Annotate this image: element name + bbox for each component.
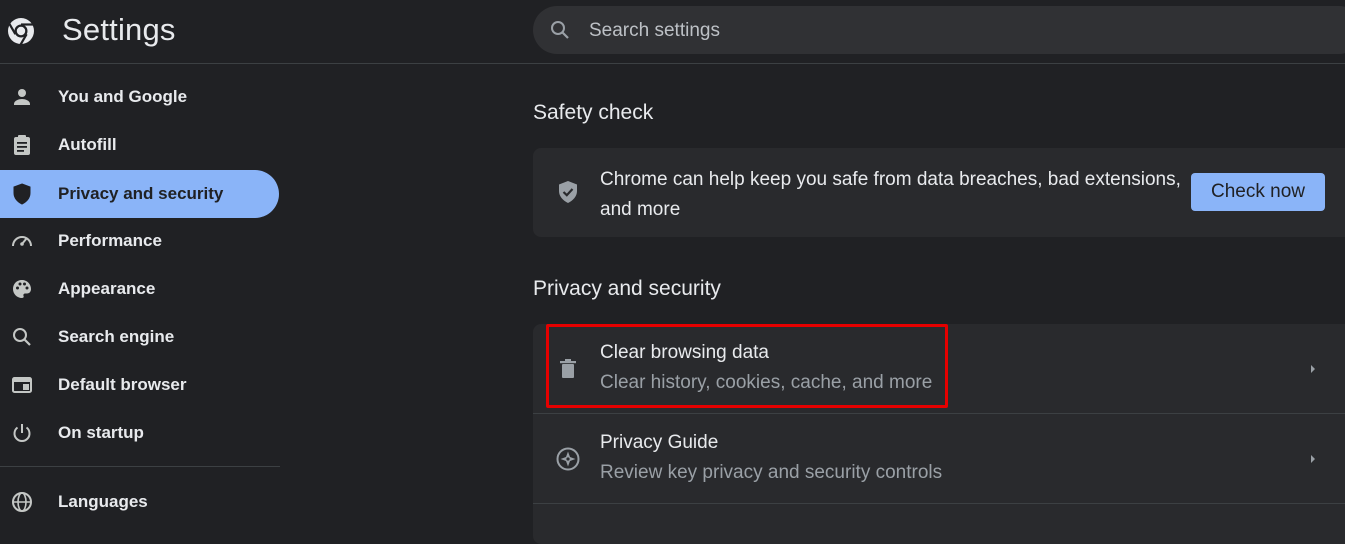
header: Settings [0, 0, 1345, 64]
row-title: Clear browsing data [600, 342, 769, 363]
speedometer-icon [10, 229, 34, 253]
sidebar-item-default-browser[interactable]: Default browser [0, 361, 279, 409]
safety-check-description: Chrome can help keep you safe from data … [600, 169, 1181, 220]
person-icon [10, 85, 34, 109]
sidebar-item-autofill[interactable]: Autofill [0, 121, 279, 169]
sidebar-item-performance[interactable]: Performance [0, 217, 279, 265]
sidebar-item-label: Search engine [58, 327, 175, 346]
sidebar-item-privacy-and-security[interactable]: Privacy and security [0, 170, 279, 218]
sidebar-item-you-and-google[interactable]: You and Google [0, 73, 279, 121]
sidebar-item-label: On startup [58, 423, 144, 442]
search-input[interactable] [587, 6, 1291, 56]
sidebar-item-label: You and Google [58, 87, 188, 106]
row-divider [533, 503, 1345, 504]
safety-check-card: Chrome can help keep you safe from data … [533, 148, 1345, 237]
privacy-section-title: Privacy and security [533, 277, 721, 300]
privacy-guide-row[interactable]: Privacy Guide Review key privacy and sec… [533, 414, 1345, 504]
sidebar: You and Google Autofill Privacy and secu… [0, 64, 280, 520]
globe-icon [10, 490, 34, 514]
sidebar-item-on-startup[interactable]: On startup [0, 409, 279, 457]
row-title: Privacy Guide [600, 432, 719, 453]
page-title: Settings [62, 12, 176, 47]
shield-check-icon [555, 179, 581, 205]
row-subtitle: Clear history, cookies, cache, and more [600, 372, 933, 393]
check-now-button[interactable]: Check now [1191, 173, 1325, 211]
palette-icon [10, 277, 34, 301]
power-icon [10, 421, 34, 445]
sidebar-item-label: Performance [58, 231, 162, 250]
search-icon [549, 19, 571, 41]
sidebar-item-label: Languages [58, 492, 148, 511]
search-icon [10, 325, 34, 349]
row-subtitle: Review key privacy and security controls [600, 462, 943, 483]
compass-icon [555, 446, 581, 472]
chevron-right-icon [1306, 452, 1320, 466]
chevron-right-icon [1306, 362, 1320, 376]
sidebar-divider [0, 466, 280, 467]
search-box[interactable] [533, 6, 1345, 56]
chrome-logo-icon [6, 16, 36, 46]
trash-icon [555, 356, 581, 382]
sidebar-item-languages[interactable]: Languages [0, 478, 279, 526]
sidebar-item-search-engine[interactable]: Search engine [0, 313, 279, 361]
shield-icon [10, 182, 34, 206]
clear-browsing-data-row[interactable]: Clear browsing data Clear history, cooki… [533, 324, 1345, 414]
sidebar-item-label: Autofill [58, 135, 117, 154]
sidebar-item-label: Privacy and security [58, 184, 224, 203]
clipboard-icon [10, 133, 34, 157]
sidebar-item-label: Default browser [58, 375, 187, 394]
safety-check-title: Safety check [533, 101, 654, 124]
sidebar-item-label: Appearance [58, 279, 156, 298]
browser-window-icon [10, 373, 34, 397]
sidebar-item-appearance[interactable]: Appearance [0, 265, 279, 313]
privacy-card: Clear browsing data Clear history, cooki… [533, 324, 1345, 544]
